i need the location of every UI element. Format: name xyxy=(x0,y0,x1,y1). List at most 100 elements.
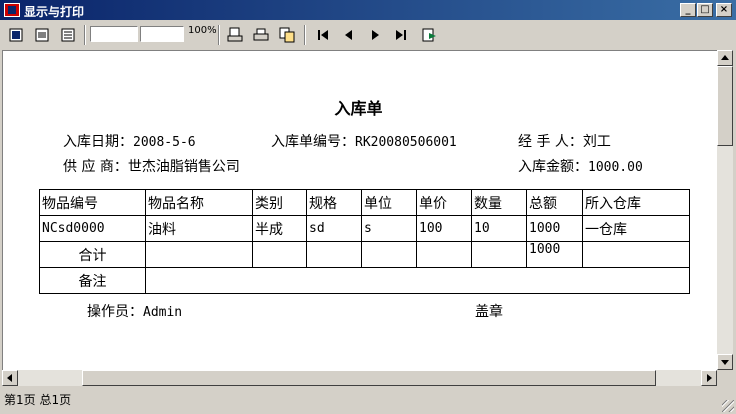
table-cell: 1000 xyxy=(526,215,583,242)
title-bar: 显示与打印 _ □ × xyxy=(0,0,736,20)
vertical-scrollbar[interactable] xyxy=(717,50,733,370)
page-status: 第1页 总1页 xyxy=(4,393,72,407)
previous-page-button[interactable] xyxy=(338,25,360,45)
hundred-percent-icon xyxy=(61,28,75,42)
arrow-right-icon xyxy=(707,374,712,382)
status-bar: 第1页 总1页 xyxy=(0,387,736,414)
operator-value: Admin xyxy=(143,305,183,320)
toolbar-separator xyxy=(84,25,86,45)
table-cell: 100 xyxy=(416,215,472,242)
total-value: 1000 xyxy=(526,241,583,268)
supplier-field: 供 应 商：世杰油脂销售公司 xyxy=(63,156,240,176)
print-setup-button[interactable] xyxy=(224,25,246,45)
print-button[interactable] xyxy=(250,25,272,45)
window-title: 显示与打印 xyxy=(24,5,85,19)
table-cell xyxy=(582,241,690,268)
supplier-value: 世杰油脂销售公司 xyxy=(127,159,240,175)
toolbar: 100% xyxy=(0,22,736,48)
table-cell xyxy=(306,241,362,268)
table-cell xyxy=(471,241,527,268)
scroll-left-button[interactable] xyxy=(2,370,18,386)
table-header-cell: 总额 xyxy=(526,189,583,216)
toolbar-separator xyxy=(304,25,306,45)
printer-icon xyxy=(253,28,269,41)
table-cell xyxy=(145,241,253,268)
table-header-cell: 规格 xyxy=(306,189,362,216)
exit-preview-button[interactable] xyxy=(418,25,440,45)
date-value: 2008-5-6 xyxy=(133,135,196,150)
table-header-cell: 类别 xyxy=(252,189,307,216)
zoom-input[interactable] xyxy=(90,26,138,42)
app-icon[interactable] xyxy=(4,3,20,17)
vertical-scroll-thumb[interactable] xyxy=(717,66,733,146)
scroll-right-button[interactable] xyxy=(701,370,717,386)
next-page-button[interactable] xyxy=(364,25,386,45)
scroll-down-button[interactable] xyxy=(717,354,733,370)
toolbar-separator xyxy=(218,25,220,45)
table-cell xyxy=(416,241,472,268)
number-label: 入库单编号： xyxy=(271,134,355,150)
zoom-slider[interactable] xyxy=(140,26,184,42)
number-field: 入库单编号：RK20080506001 xyxy=(271,131,457,151)
table-cell: 半成 xyxy=(252,215,307,242)
horizontal-scroll-thumb[interactable] xyxy=(82,370,656,386)
table-cell: sd xyxy=(306,215,362,242)
first-page-icon xyxy=(318,30,328,40)
copy-pages-icon xyxy=(279,27,295,43)
arrow-left-icon xyxy=(7,374,12,382)
resize-grip-icon[interactable] xyxy=(722,400,734,412)
report-preview: 入库单 入库日期：2008-5-6 入库单编号：RK20080506001 经 … xyxy=(2,50,717,370)
remark-value xyxy=(145,267,690,294)
hundred-percent-button[interactable] xyxy=(57,25,79,45)
arrow-up-icon xyxy=(721,55,729,60)
items-table: 物品编号 物品名称 类别 规格 单位 单价 数量 总额 所入仓库 NCsd000… xyxy=(39,189,690,294)
next-page-icon xyxy=(372,30,379,40)
page-width-button[interactable] xyxy=(31,25,53,45)
table-cell: s xyxy=(361,215,417,242)
table-header-cell: 物品名称 xyxy=(145,189,253,216)
number-value: RK20080506001 xyxy=(355,135,457,150)
amount-label: 入库金额： xyxy=(518,159,588,175)
whole-page-button[interactable] xyxy=(5,25,27,45)
page-setup-icon xyxy=(227,27,243,42)
amount-value: 1000.00 xyxy=(588,160,643,175)
amount-field: 入库金额：1000.00 xyxy=(518,156,643,176)
handler-value: 刘工 xyxy=(582,134,611,150)
table-cell: 10 xyxy=(471,215,527,242)
table-cell xyxy=(252,241,307,268)
maximize-button[interactable]: □ xyxy=(697,3,713,17)
handler-label: 经 手 人： xyxy=(518,134,583,150)
table-row: NCsd0000 油料 半成 sd s 100 10 1000 一仓库 xyxy=(39,215,690,242)
export-button[interactable] xyxy=(276,25,298,45)
total-row: 合计 1000 xyxy=(39,241,690,268)
previous-page-icon xyxy=(345,30,352,40)
table-header-row: 物品编号 物品名称 类别 规格 单位 单价 数量 总额 所入仓库 xyxy=(39,189,690,216)
first-page-button[interactable] xyxy=(312,25,334,45)
table-cell: NCsd0000 xyxy=(39,215,146,242)
table-cell: 一仓库 xyxy=(582,215,690,242)
document-title: 入库单 xyxy=(334,99,383,118)
remark-label: 备注 xyxy=(39,267,146,294)
seal-label: 盖章 xyxy=(475,304,503,320)
last-page-button[interactable] xyxy=(390,25,412,45)
table-header-cell: 物品编号 xyxy=(39,189,146,216)
table-header-cell: 单价 xyxy=(416,189,472,216)
minimize-button[interactable]: _ xyxy=(680,3,696,17)
remark-row: 备注 xyxy=(39,267,690,294)
last-page-icon xyxy=(396,30,406,40)
table-cell: 油料 xyxy=(145,215,253,242)
scroll-up-button[interactable] xyxy=(717,50,733,66)
table-cell xyxy=(361,241,417,268)
date-label: 入库日期： xyxy=(63,134,133,150)
date-field: 入库日期：2008-5-6 xyxy=(63,131,196,151)
table-header-cell: 单位 xyxy=(361,189,417,216)
supplier-label: 供 应 商： xyxy=(63,159,128,175)
horizontal-scrollbar[interactable] xyxy=(2,370,717,386)
arrow-down-icon xyxy=(721,360,729,365)
close-button[interactable]: × xyxy=(716,3,732,17)
table-header-cell: 所入仓库 xyxy=(582,189,690,216)
handler-field: 经 手 人：刘工 xyxy=(518,131,611,151)
zoom-label: 100% xyxy=(188,25,217,36)
operator-label: 操作员： xyxy=(87,304,143,320)
total-label: 合计 xyxy=(39,241,146,268)
